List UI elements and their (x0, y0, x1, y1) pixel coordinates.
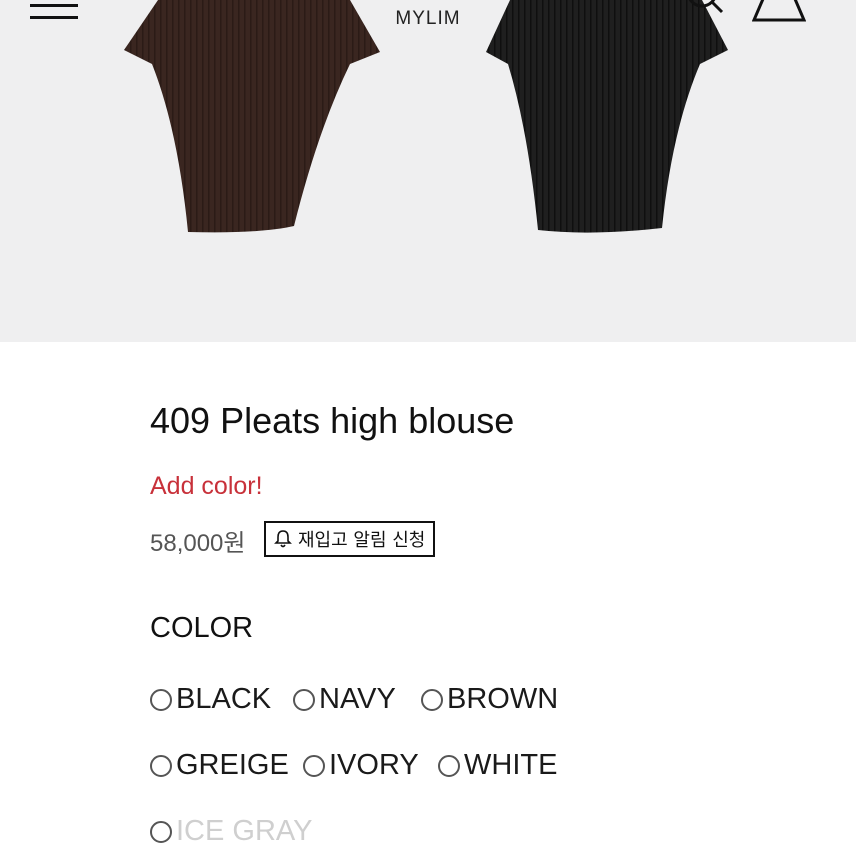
radio-button[interactable] (303, 754, 325, 777)
color-option-white[interactable]: WHITE (438, 749, 557, 782)
color-option-label: NAVY (319, 683, 396, 715)
color-option-ice-gray: ICE GRAY (150, 815, 312, 848)
restock-alert-button[interactable]: 재입고 알림 신청 (264, 521, 436, 557)
product-price: 58,000원 (150, 530, 246, 557)
product-gallery[interactable]: MYLIM (0, 0, 856, 342)
color-option-label: GREIGE (176, 749, 289, 781)
color-option-brown[interactable]: BROWN (421, 683, 558, 716)
radio-button[interactable] (438, 754, 460, 777)
radio-button[interactable] (150, 754, 172, 777)
color-option-label: BLACK (176, 683, 272, 715)
bell-icon (274, 530, 292, 548)
color-option-label: WHITE (464, 749, 558, 781)
color-option-label: ICE GRAY (176, 815, 313, 847)
color-option-label: BROWN (447, 683, 559, 715)
brand-logo[interactable]: MYLIM (380, 8, 476, 30)
brown-blouse-image (124, 0, 380, 233)
color-option-label: IVORY (329, 749, 419, 781)
color-option-ivory[interactable]: IVORY (303, 749, 419, 782)
color-option-black[interactable]: BLACK (150, 683, 271, 716)
color-option-label: COLOR (150, 612, 254, 644)
restock-label: 재입고 알림 신청 (298, 530, 426, 551)
product-notice: Add color! (150, 472, 263, 500)
black-blouse-image (486, 0, 728, 233)
radio-button (150, 820, 172, 843)
radio-button[interactable] (150, 688, 172, 711)
color-option-greige[interactable]: GREIGE (150, 749, 289, 782)
shopping-bag-icon[interactable] (752, 0, 806, 24)
radio-button[interactable] (293, 688, 315, 711)
product-title: 409 Pleats high blouse (150, 400, 515, 441)
hamburger-menu-icon[interactable] (30, 0, 78, 22)
color-option-navy[interactable]: NAVY (293, 683, 396, 716)
search-icon[interactable] (684, 0, 726, 22)
radio-button[interactable] (421, 688, 443, 711)
